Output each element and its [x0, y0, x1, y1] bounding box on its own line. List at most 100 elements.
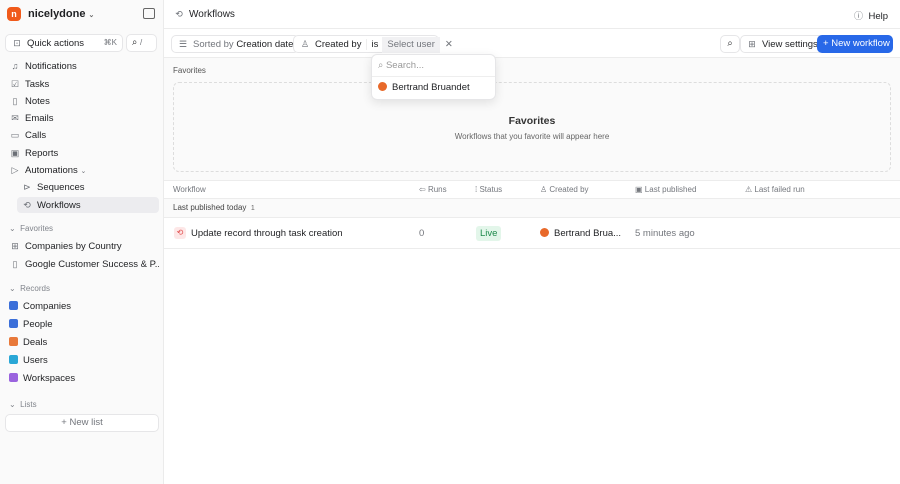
note-icon: ▯	[12, 259, 18, 269]
label: Tasks	[25, 79, 50, 90]
column-runs[interactable]: ⇦ Runs	[419, 185, 447, 194]
label: Deals	[23, 337, 48, 348]
search-icon: ⌕	[727, 38, 733, 49]
grid-icon: ⊞	[11, 241, 19, 251]
new-list-button[interactable]: + New list	[5, 414, 159, 432]
avatar	[540, 228, 549, 237]
dropdown-search-input[interactable]: ⌕ Search...	[372, 55, 495, 77]
sidebar-favorite-item[interactable]: ⊞ Companies by Country	[5, 238, 159, 254]
sidebar: n nicelydone ⌄ ⊡ Quick actions ⌘K ⌕ / ♫ Not…	[0, 0, 164, 484]
chart-icon: ▣	[10, 148, 20, 158]
label: Reports	[25, 148, 59, 159]
sidebar-item-sequences[interactable]: ⊳ Sequences	[17, 179, 159, 195]
records-section-header[interactable]: ⌄ Records	[9, 284, 50, 293]
column-last-failed-run[interactable]: ⚠ Last failed run	[745, 185, 805, 194]
workspace-switcher[interactable]: nicelydone ⌄	[28, 8, 94, 20]
sidebar-item-companies[interactable]: Companies	[5, 299, 159, 315]
filter-field[interactable]: ♙ Created by	[294, 39, 366, 50]
search-button[interactable]: ⌕	[720, 35, 740, 53]
main: ⟲ Workflows ⓘ Help ☰ Sorted by Creation dat…	[164, 0, 900, 484]
filter-value-select[interactable]: Select user	[382, 37, 440, 53]
column-workflow[interactable]: Workflow	[173, 185, 206, 194]
label: New list	[69, 417, 103, 428]
sidebar-item-users[interactable]: Users	[5, 353, 159, 369]
close-icon[interactable]: ✕	[440, 39, 458, 50]
label: Google Customer Success & P...	[25, 259, 159, 270]
label: View settings	[762, 39, 818, 50]
user-dropdown: ⌕ Search... Bertrand Bruandet	[371, 54, 496, 100]
search-button[interactable]: ⌕ /	[126, 34, 157, 52]
status-icon: ⁞	[475, 185, 478, 194]
workspace-logo: n	[7, 7, 21, 21]
empty-text: Workflows that you favorite will appear …	[454, 132, 610, 141]
sidebar-item-emails[interactable]: ✉ Emails	[5, 110, 159, 126]
sidebar-favorite-item[interactable]: ▯ Google Customer Success & P...	[5, 256, 159, 272]
label: Calls	[25, 130, 47, 141]
user-name: Bertrand Brua...	[554, 228, 622, 239]
plus-icon: +	[61, 417, 67, 428]
note-icon: ▯	[12, 96, 18, 106]
workflow-icon: ⟲	[175, 9, 183, 19]
sidebar-item-notes[interactable]: ▯ Notes	[5, 93, 159, 109]
label: Sequences	[37, 182, 85, 193]
sidebar-item-workflows[interactable]: ⟲ Workflows	[17, 197, 159, 213]
value: Creation date	[236, 39, 294, 50]
placeholder: Search...	[385, 60, 424, 71]
sidebar-item-notifications[interactable]: ♫ Notifications	[5, 58, 159, 74]
sort-button[interactable]: ☰ Sorted by Creation date	[171, 35, 300, 53]
filter-operator[interactable]: is	[366, 39, 383, 50]
column-status[interactable]: ⁞ Status	[475, 185, 502, 194]
user-icon: ♙	[540, 185, 548, 194]
video-icon: ▭	[10, 130, 20, 140]
workflow-name[interactable]: Update record through task creation	[191, 228, 343, 239]
label: Automations	[25, 165, 78, 176]
created-by-filter[interactable]: ♙ Created by is Select user ✕	[293, 35, 453, 53]
search-icon: ⌕	[378, 60, 384, 71]
created-by-cell: Bertrand Brua...	[540, 228, 621, 239]
bell-icon: ♫	[11, 61, 19, 71]
last-published-value: 5 minutes ago	[635, 228, 695, 239]
sidebar-item-calls[interactable]: ▭ Calls	[5, 127, 159, 143]
label: Notifications	[25, 61, 77, 72]
chevron-down-icon: ⌄	[80, 168, 87, 175]
option-label: Bertrand Bruandet	[392, 82, 470, 93]
runs-icon: ⇦	[419, 185, 426, 194]
chevron-down-icon: ⌄	[88, 12, 95, 19]
dropdown-option[interactable]: Bertrand Bruandet	[372, 77, 495, 98]
label: Last published	[644, 185, 697, 194]
sort-icon: ☰	[178, 39, 188, 49]
plus-icon: +	[823, 38, 829, 49]
sidebar-item-tasks[interactable]: ☑ Tasks	[5, 76, 159, 92]
sidebar-item-reports[interactable]: ▣ Reports	[5, 145, 159, 161]
favorites-section-header[interactable]: ⌄ Favorites	[9, 224, 53, 233]
companies-icon	[9, 301, 18, 310]
sidebar-item-workspaces[interactable]: Workspaces	[5, 371, 159, 387]
help-button[interactable]: ⓘ Help	[852, 9, 888, 22]
view-settings-button[interactable]: ⊞ View settings	[740, 35, 824, 53]
help-icon: ⓘ	[853, 11, 863, 21]
quick-actions-label: Quick actions	[27, 38, 85, 49]
shortcut: ⌘K	[103, 38, 117, 47]
workflow-icon: ⟲	[174, 227, 186, 239]
column-last-published[interactable]: ▣ Last published	[635, 185, 696, 194]
group-row[interactable]: Last published today 1	[164, 199, 900, 218]
empty-title: Favorites	[508, 115, 556, 127]
sidebar-item-deals[interactable]: Deals	[5, 335, 159, 351]
toggle-sidebar-icon[interactable]	[143, 8, 155, 19]
lists-section-header[interactable]: ⌄ Lists	[9, 400, 37, 409]
label: Created by	[315, 39, 362, 50]
label: Lists	[20, 400, 37, 409]
table-row[interactable]: ⟲ Update record through task creation 0 …	[164, 218, 900, 249]
workspaces-icon	[9, 373, 18, 382]
label: Users	[23, 355, 48, 366]
new-workflow-button[interactable]: + New workflow	[817, 35, 893, 53]
label: New workflow	[831, 38, 890, 49]
label: Sorted by	[193, 39, 234, 50]
quick-actions-button[interactable]: ⊡ Quick actions ⌘K	[5, 34, 123, 52]
header: ⟲ Workflows ⓘ Help	[164, 0, 900, 29]
column-created-by[interactable]: ♙ Created by	[540, 185, 589, 194]
sidebar-item-automations[interactable]: ▷ Automations ⌄	[5, 162, 159, 178]
mail-icon: ✉	[11, 113, 19, 123]
label: Companies	[23, 301, 72, 312]
sidebar-item-people[interactable]: People	[5, 317, 159, 333]
